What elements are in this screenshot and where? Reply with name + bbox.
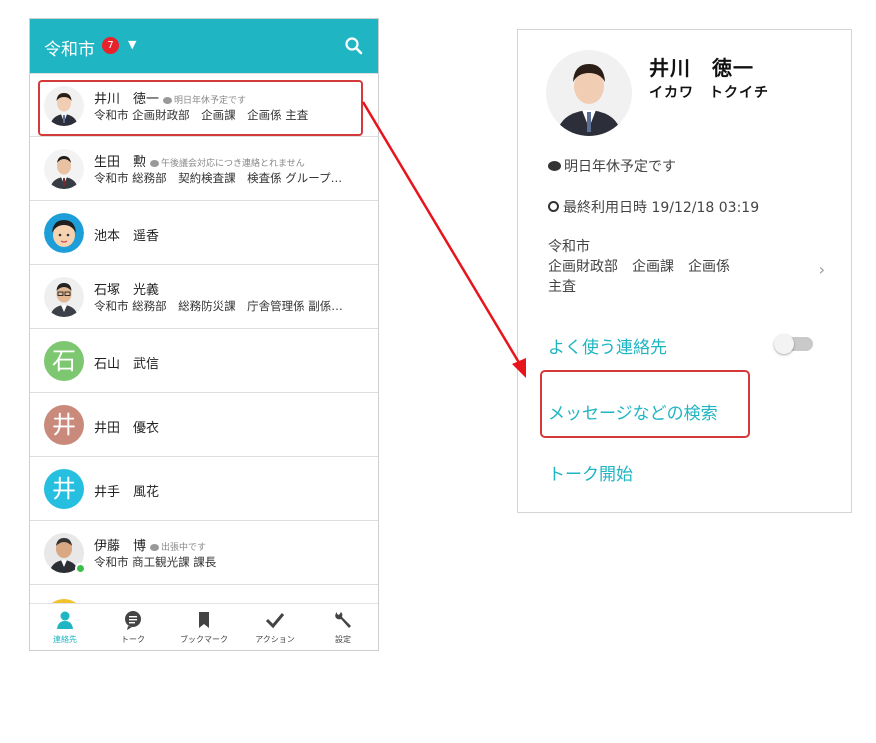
contact-name: 伊藤 博出張中です xyxy=(94,539,207,554)
profile-organization[interactable]: 令和市 企画財政部 企画課 企画係 主査 xyxy=(548,237,730,297)
profile-kana: イカワ トクイチ xyxy=(649,85,769,101)
search-icon[interactable] xyxy=(344,36,364,56)
start-talk-link[interactable]: トーク開始 xyxy=(548,460,633,485)
contact-name: 井手 風花 xyxy=(94,485,160,500)
contact-row[interactable]: 石塚 光義 令和市 総務部 総務防災課 庁舎管理係 副係… xyxy=(30,265,378,329)
contact-name: 生田 勲午後議会対応につき連絡とれません xyxy=(94,155,305,170)
profile-status: 明日年休予定です xyxy=(548,156,676,176)
profile-name: 井川 徳一 xyxy=(649,56,754,80)
contact-name: 石山 武信 xyxy=(94,357,160,372)
chevron-right-icon[interactable]: › xyxy=(819,260,825,279)
speech-bubble-icon xyxy=(150,160,160,167)
tab-bookmark[interactable]: ブックマーク xyxy=(169,610,239,645)
bookmark-icon xyxy=(199,612,209,628)
checkmark-icon xyxy=(265,613,285,629)
contact-detail-panel: 井川 徳一 イカワ トクイチ 明日年休予定です 最終利用日時 19/12/18 … xyxy=(517,29,852,513)
contact-row[interactable]: 伊藤 博出張中です 令和市 商工観光課 課長 xyxy=(30,521,378,585)
last-used: 最終利用日時 19/12/18 03:19 xyxy=(548,197,759,217)
highlight-box-search xyxy=(540,370,750,438)
person-icon xyxy=(57,611,73,629)
contact-name: 石塚 光義 xyxy=(94,283,160,298)
contact-row[interactable]: 生田 勲午後議会対応につき連絡とれません 令和市 総務部 契約検査課 検査係 グ… xyxy=(30,137,378,201)
initial-avatar: 井 xyxy=(44,469,84,509)
contact-department: 令和市 総務部 総務防災課 庁舎管理係 副係… xyxy=(94,299,343,313)
contact-status: 出張中です xyxy=(150,543,206,553)
contact-row[interactable]: 井 井田 優衣 xyxy=(30,393,378,457)
contact-list: 井川 徳一 明日年休予定です 令和市 企画財政部 企画課 企画係 主査 生田 勲午… xyxy=(30,73,378,605)
bottom-tab-bar: 連絡先 トーク ブックマーク アクション 設定 xyxy=(30,603,378,650)
highlight-box-contact xyxy=(38,80,363,136)
wrench-icon xyxy=(335,612,351,628)
contact-row[interactable]: 池本 遥香 xyxy=(30,201,378,265)
dropdown-caret-icon[interactable]: ▼ xyxy=(128,38,136,51)
speech-bubble-icon xyxy=(548,160,561,171)
contact-name: 井田 優衣 xyxy=(94,421,160,436)
contact-department: 令和市 総務部 契約検査課 検査係 グループ… xyxy=(94,171,343,185)
contact-row[interactable]: 石 石山 武信 xyxy=(30,329,378,393)
chat-bubble-icon xyxy=(125,611,141,630)
toggle-knob xyxy=(774,334,794,354)
favorite-contact-label: よく使う連絡先 xyxy=(548,338,667,358)
contact-name: 池本 遥香 xyxy=(94,229,160,244)
tab-action[interactable]: アクション xyxy=(240,610,310,645)
favorite-toggle[interactable] xyxy=(774,334,813,354)
tab-talk[interactable]: トーク xyxy=(98,610,168,645)
contact-department: 令和市 商工観光課 課長 xyxy=(94,555,217,569)
tab-contacts[interactable]: 連絡先 xyxy=(30,610,100,645)
avatar xyxy=(44,149,84,189)
contact-status: 午後議会対応につき連絡とれません xyxy=(150,159,305,169)
presence-ring-icon xyxy=(548,201,559,212)
initial-avatar: 石 xyxy=(44,341,84,381)
unread-badge: 7 xyxy=(102,37,119,54)
avatar xyxy=(44,213,84,253)
online-indicator xyxy=(75,563,86,574)
speech-bubble-icon xyxy=(150,544,160,551)
avatar xyxy=(44,277,84,317)
app-bar: 令和市 7 ▼ xyxy=(30,19,378,73)
tab-settings[interactable]: 設定 xyxy=(308,610,378,645)
initial-avatar: 井 xyxy=(44,405,84,445)
organization-selector[interactable]: 令和市 xyxy=(44,35,95,60)
contact-row[interactable]: 井 井手 風花 xyxy=(30,457,378,521)
contact-row-partial[interactable] xyxy=(30,585,378,605)
profile-photo xyxy=(546,50,632,136)
